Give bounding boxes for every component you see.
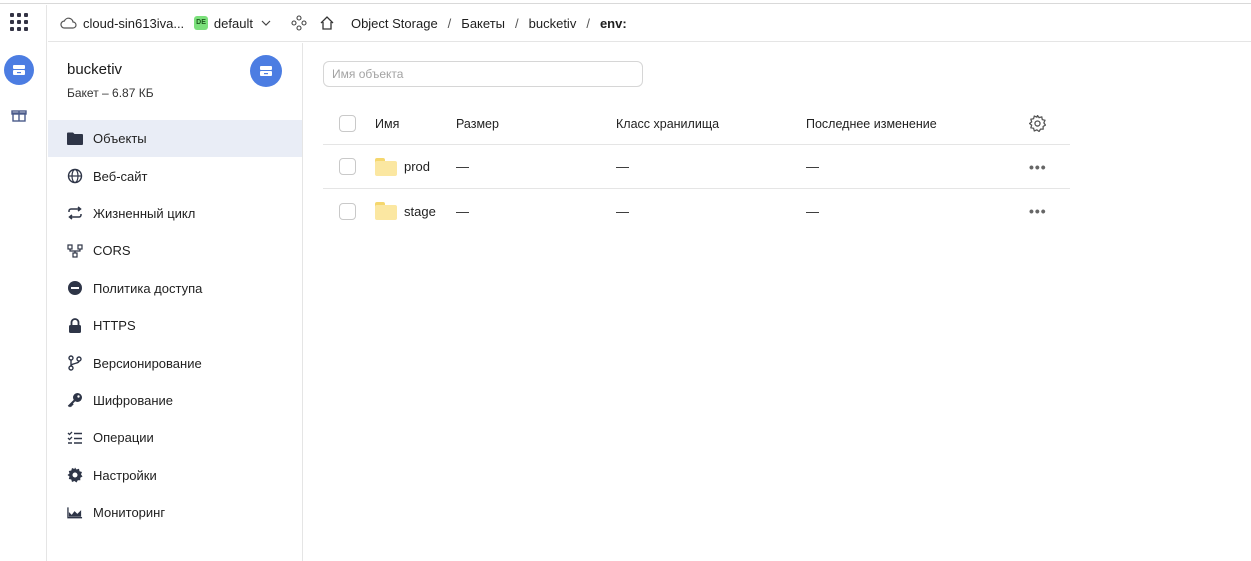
bucket-info: Бакет – 6.87 КБ (67, 86, 154, 100)
chevron-down-icon[interactable] (261, 20, 271, 26)
folder-badge: DE (194, 16, 208, 30)
cloud-selector[interactable]: cloud-sin613iva... (83, 16, 184, 31)
row-size: — (456, 203, 469, 219)
row-class: — (616, 203, 629, 219)
breadcrumb-bucket[interactable]: bucketiv (529, 16, 577, 31)
minus-circle-icon (67, 280, 83, 296)
breadcrumb-buckets[interactable]: Бакеты (461, 16, 505, 31)
sidebar-item-cors[interactable]: CORS (48, 232, 302, 269)
row-name-cell[interactable]: stage (375, 202, 436, 220)
breadcrumb-separator: / (515, 15, 519, 31)
search-input[interactable] (323, 61, 643, 87)
sidebar-item-objects[interactable]: Объекты (48, 120, 302, 158)
sidebar-item-website[interactable]: Веб-сайт (48, 157, 302, 194)
sidebar-item-label: Жизненный цикл (93, 205, 196, 221)
row-actions-menu-icon[interactable]: ••• (1029, 203, 1047, 219)
folder-selector[interactable]: default (214, 16, 253, 31)
folder-icon (67, 131, 83, 147)
sidebar-item-operations[interactable]: Операции (48, 419, 302, 456)
cors-icon (67, 243, 83, 259)
sidebar-item-https[interactable]: HTTPS (48, 307, 302, 344)
sidebar-item-label: Настройки (93, 467, 157, 483)
sidebar-item-label: Версионирование (93, 355, 202, 371)
lock-icon (67, 317, 83, 334)
row-actions-menu-icon[interactable]: ••• (1029, 159, 1047, 175)
row-modified: — (806, 159, 819, 174)
sidebar-item-encryption[interactable]: Шифрование (48, 382, 302, 419)
breadcrumb-separator: / (586, 15, 590, 31)
bucket-sidebar: bucketiv Бакет – 6.87 КБ Объекты Веб-сай… (48, 43, 303, 561)
objects-table: Имя Размер Класс хранилища Последнее изм… (323, 103, 1070, 233)
row-size: — (456, 159, 469, 174)
sidebar-item-label: Мониторинг (93, 505, 166, 521)
folder-icon (375, 202, 397, 220)
column-header-name[interactable]: Имя (375, 117, 399, 131)
column-header-size[interactable]: Размер (456, 117, 499, 131)
row-name[interactable]: prod (404, 159, 430, 174)
table-row[interactable]: prod — — — ••• (323, 145, 1070, 189)
objects-panel: Имя Размер Класс хранилища Последнее изм… (304, 43, 1251, 561)
sidebar-item-label: HTTPS (93, 318, 136, 334)
storage-icon (260, 66, 272, 76)
bucket-name: bucketiv (67, 61, 123, 78)
home-icon[interactable] (319, 15, 335, 31)
cycle-icon (67, 205, 83, 221)
bucket-icon-button[interactable] (250, 55, 282, 87)
row-name[interactable]: stage (404, 204, 436, 219)
column-header-modified[interactable]: Последнее изменение (806, 117, 937, 131)
nodes-icon[interactable] (291, 15, 307, 31)
top-divider (0, 0, 1251, 4)
table-row[interactable]: stage — — — ••• (323, 189, 1070, 233)
row-name-cell[interactable]: prod (375, 157, 430, 176)
bucket-nav: Объекты Веб-сайт Жизненный цикл CORS Пол… (48, 120, 302, 531)
breadcrumb-separator: / (447, 15, 452, 31)
globe-icon (67, 168, 83, 184)
breadcrumb-current: env: (599, 15, 627, 31)
row-checkbox[interactable] (339, 202, 356, 220)
sidebar-item-label: Веб-сайт (93, 168, 148, 184)
branch-icon (67, 355, 83, 371)
sidebar-item-label: CORS (93, 243, 131, 259)
gift-icon[interactable] (9, 105, 29, 125)
chart-icon (67, 505, 83, 521)
gear-icon (67, 467, 83, 483)
cloud-icon (60, 17, 77, 29)
sidebar-item-access-policy[interactable]: Политика доступа (48, 270, 302, 307)
sidebar-item-label: Объекты (93, 131, 147, 147)
checklist-icon (67, 430, 83, 446)
row-modified: — (806, 203, 819, 219)
sidebar-item-settings[interactable]: Настройки (48, 457, 302, 494)
sidebar-item-label: Операции (93, 430, 154, 446)
breadcrumb-object-storage[interactable]: Object Storage (351, 16, 438, 31)
sidebar-item-label: Политика доступа (93, 280, 203, 296)
select-all-checkbox[interactable] (339, 115, 356, 132)
sidebar-item-versioning[interactable]: Версионирование (48, 344, 302, 381)
top-header: cloud-sin613iva... DE default Object Sto… (48, 5, 1251, 42)
table-header: Имя Размер Класс хранилища Последнее изм… (323, 103, 1070, 145)
storage-icon (13, 65, 25, 75)
object-storage-service-button[interactable] (4, 55, 34, 85)
key-icon (67, 392, 83, 408)
sidebar-item-lifecycle[interactable]: Жизненный цикл (48, 195, 302, 232)
row-checkbox[interactable] (339, 158, 356, 175)
folder-icon (375, 157, 397, 176)
apps-grid-icon[interactable] (10, 13, 28, 31)
row-class: — (616, 159, 629, 174)
sidebar-item-label: Шифрование (93, 392, 173, 408)
column-header-class[interactable]: Класс хранилища (616, 117, 719, 131)
sidebar-item-monitoring[interactable]: Мониторинг (48, 494, 302, 531)
services-rail (0, 5, 47, 561)
column-settings-gear-icon[interactable] (1029, 115, 1046, 132)
